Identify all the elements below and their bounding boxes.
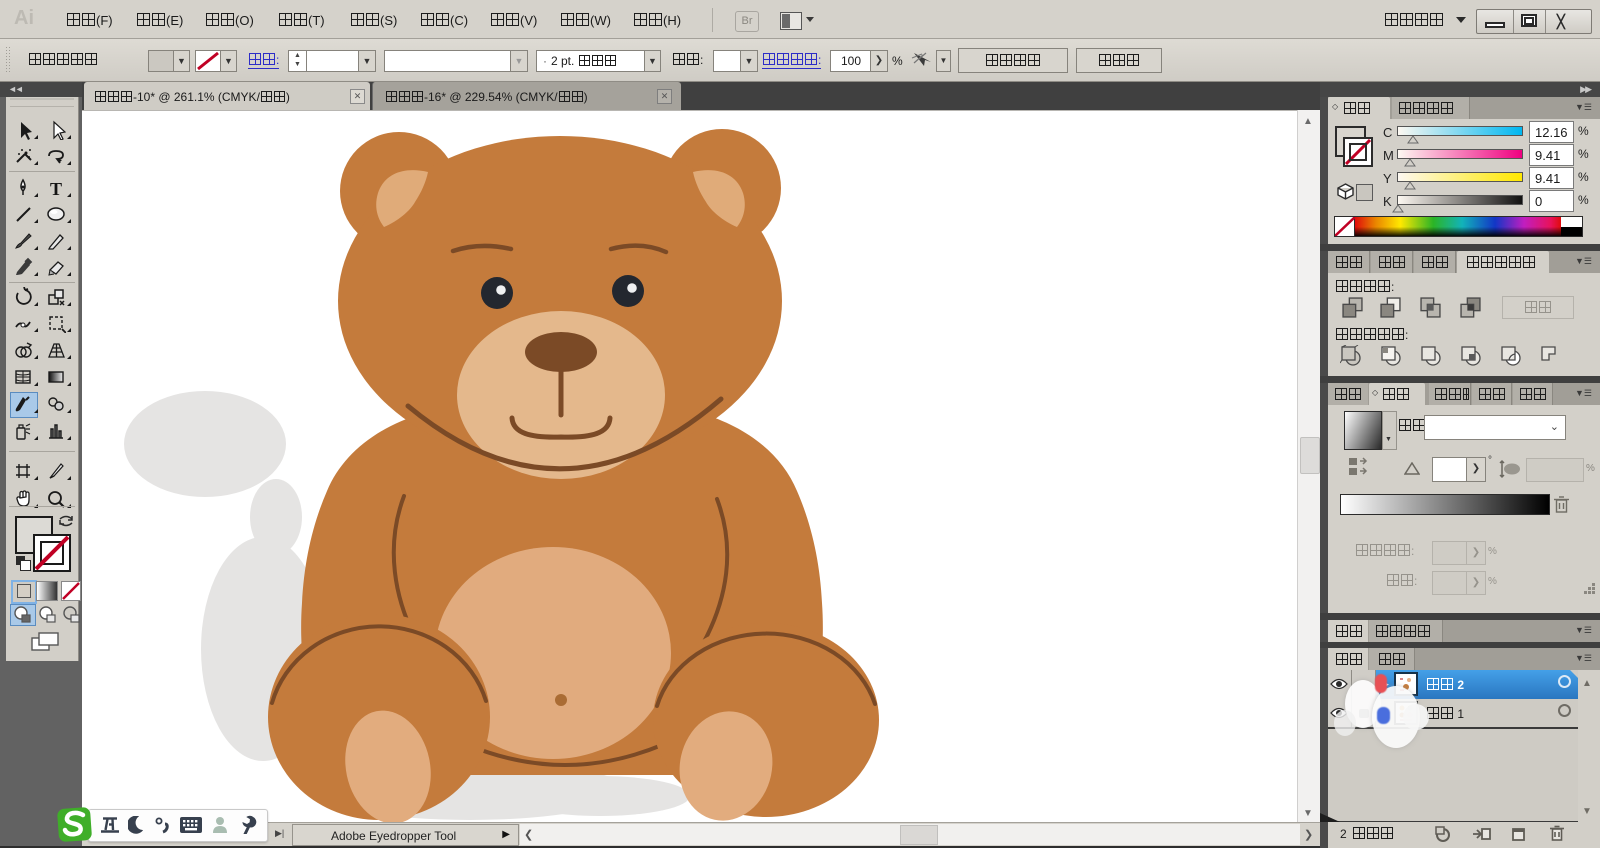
svg-text:T: T	[50, 179, 62, 198]
